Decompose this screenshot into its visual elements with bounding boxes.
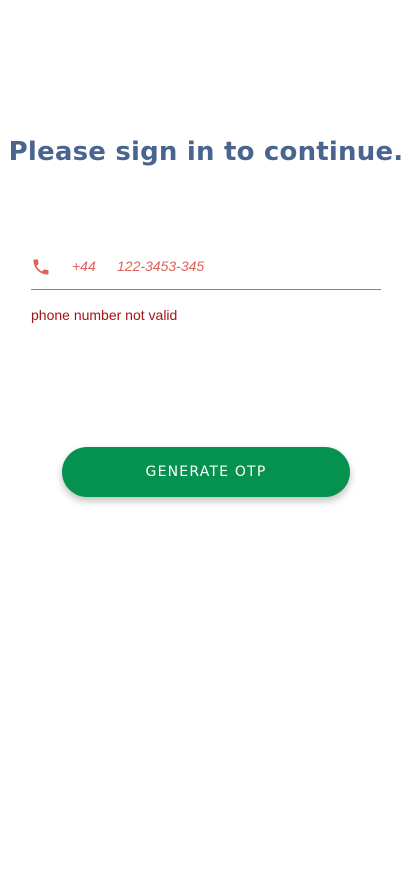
page-title: Please sign in to continue. xyxy=(8,137,404,167)
generate-otp-button[interactable]: GENERATE OTP xyxy=(62,447,350,497)
phone-icon xyxy=(31,256,51,278)
phone-error-message: phone number not valid xyxy=(31,307,178,323)
phone-number-input[interactable] xyxy=(117,254,367,278)
sign-in-screen: Please sign in to continue. +44 phone nu… xyxy=(0,0,412,870)
phone-field[interactable]: +44 xyxy=(31,248,381,290)
country-code[interactable]: +44 xyxy=(72,258,96,274)
